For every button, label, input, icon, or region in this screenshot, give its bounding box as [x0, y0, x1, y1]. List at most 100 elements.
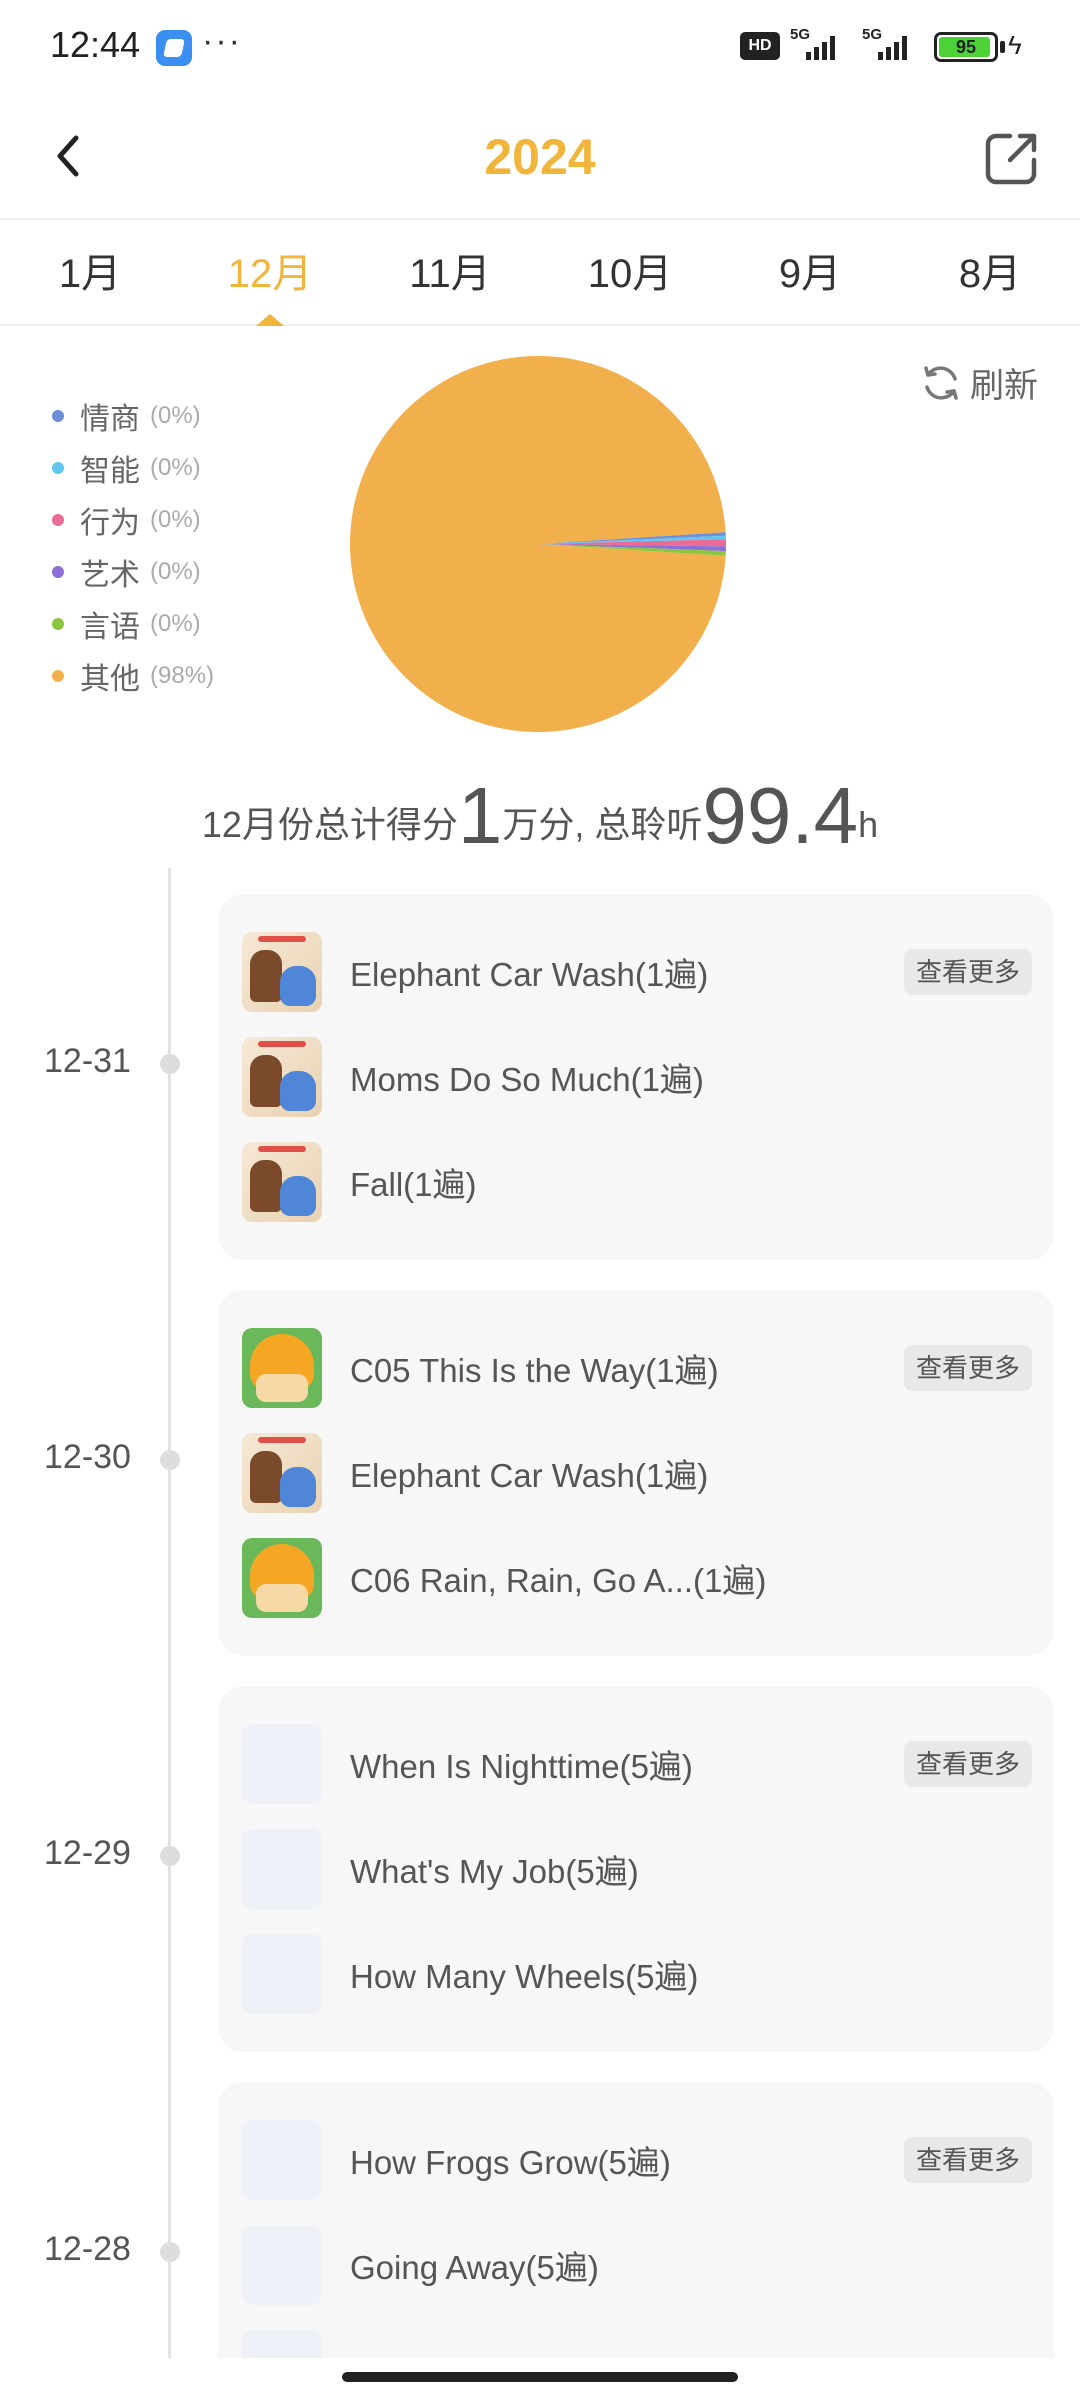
list-item[interactable]: Moms Do So Much(1遍)	[242, 1037, 1032, 1117]
legend-dot	[52, 462, 64, 474]
refresh-button[interactable]: 刷新	[920, 358, 1038, 407]
book-cover-placeholder	[242, 1934, 322, 2014]
summary-score: 1	[457, 771, 503, 860]
record-title: What's My Job(5遍)	[350, 1853, 639, 1890]
charging-icon: ϟ	[1008, 30, 1022, 60]
day-card: Elephant Car Wash(1遍) 查看更多 Moms Do So Mu…	[218, 894, 1054, 1260]
legend-dot	[52, 566, 64, 578]
legend-label: 行为	[80, 507, 140, 540]
tab-month-8[interactable]: 8月	[900, 222, 1080, 324]
tab-month-1[interactable]: 1月	[0, 222, 180, 324]
category-pie-chart	[350, 356, 726, 732]
list-item[interactable]: C05 This Is the Way(1遍) 查看更多	[242, 1328, 1032, 1408]
legend-item: 行为 (0%)	[52, 494, 214, 546]
list-item[interactable]: What's My Job(5遍)	[242, 1829, 1032, 1909]
book-cover-placeholder	[242, 1724, 322, 1804]
legend-percent: (0%)	[150, 454, 201, 481]
record-title: C06 Rain, Rain, Go A...(1遍)	[350, 1562, 767, 1599]
status-bar: 12:44 ··· HD 5G 5G 95 ϟ	[0, 0, 1080, 90]
tab-month-10[interactable]: 10月	[540, 222, 720, 324]
battery-cap	[1000, 41, 1005, 53]
day-date: 12-31	[44, 1042, 131, 1080]
list-item[interactable]: How Many Wheels(5遍)	[242, 1934, 1032, 2014]
battery-icon: 95	[934, 32, 998, 62]
list-item[interactable]: Elephant Car Wash(1遍) 查看更多	[242, 932, 1032, 1012]
legend-item: 言语 (0%)	[52, 598, 214, 650]
hd-voice-icon: HD	[740, 32, 780, 60]
legend-percent: (0%)	[150, 506, 201, 533]
month-tabs: 1月 12月 11月 10月 9月 8月	[0, 222, 1080, 326]
record-title: When Is Nighttime(5遍)	[350, 1748, 693, 1785]
legend-dot	[52, 410, 64, 422]
record-title: Elephant Car Wash(1遍)	[350, 956, 709, 993]
legend-percent: (0%)	[150, 558, 201, 585]
timeline-line	[168, 868, 171, 2358]
legend-dot	[52, 670, 64, 682]
day-card: How Frogs Grow(5遍) 查看更多 Going Away(5遍)	[218, 2082, 1054, 2358]
legend-label: 其他	[80, 663, 140, 696]
day-date: 12-29	[44, 1834, 131, 1872]
view-more-button[interactable]: 查看更多	[903, 2137, 1032, 2183]
legend-label: 言语	[80, 611, 140, 644]
record-title: Moms Do So Much(1遍)	[350, 1061, 704, 1098]
list-item[interactable]: How Frogs Grow(5遍) 查看更多	[242, 2120, 1032, 2200]
header: 2024	[0, 110, 1080, 220]
record-title: How Frogs Grow(5遍)	[350, 2144, 671, 2181]
legend-label: 智能	[80, 455, 140, 488]
book-cover-placeholder	[242, 2330, 322, 2358]
book-cover-thumbnail	[242, 1538, 322, 1618]
day-date: 12-30	[44, 1438, 131, 1476]
battery-level: 95	[955, 37, 977, 57]
signal-strength-1-icon	[806, 34, 835, 60]
book-cover-placeholder	[242, 2120, 322, 2200]
legend-item: 艺术 (0%)	[52, 546, 214, 598]
tab-month-9[interactable]: 9月	[720, 222, 900, 324]
legend-dot	[52, 514, 64, 526]
legend-item: 其他 (98%)	[52, 650, 214, 702]
summary-prefix: 12月份总计得分	[201, 804, 458, 845]
day-card: When Is Nighttime(5遍) 查看更多 What's My Job…	[218, 1686, 1054, 2052]
view-more-button[interactable]: 查看更多	[903, 1345, 1032, 1391]
refresh-icon	[924, 365, 958, 400]
summary-hours-unit: h	[858, 804, 879, 845]
chart-legend: 情商 (0%) 智能 (0%) 行为 (0%) 艺术 (0%) 言语 (0%) …	[52, 390, 214, 702]
legend-label: 艺术	[80, 559, 140, 592]
list-item[interactable]: Elephant Car Wash(1遍)	[242, 1433, 1032, 1513]
day-card: C05 This Is the Way(1遍) 查看更多 Elephant Ca…	[218, 1290, 1054, 1656]
book-cover-placeholder	[242, 1829, 322, 1909]
book-cover-thumbnail	[242, 1433, 322, 1513]
timeline-dot	[160, 1450, 180, 1470]
share-button[interactable]	[980, 126, 1044, 190]
day-date: 12-28	[44, 2230, 131, 2268]
list-item[interactable]	[242, 2330, 1032, 2358]
view-more-button[interactable]: 查看更多	[903, 1741, 1032, 1787]
timeline-dot	[160, 1054, 180, 1074]
list-item[interactable]: Fall(1遍)	[242, 1142, 1032, 1222]
book-cover-thumbnail	[242, 1142, 322, 1222]
view-more-button[interactable]: 查看更多	[903, 949, 1032, 995]
summary-score-unit: 万分, 总聆听	[502, 804, 703, 845]
list-item[interactable]: C06 Rain, Rain, Go A...(1遍)	[242, 1538, 1032, 1618]
summary-hours: 99.4	[702, 771, 859, 860]
page-title: 2024	[484, 129, 596, 185]
legend-item: 智能 (0%)	[52, 442, 214, 494]
tab-month-11[interactable]: 11月	[360, 222, 540, 324]
record-title: C05 This Is the Way(1遍)	[350, 1352, 719, 1389]
signal-strength-2-icon	[878, 34, 907, 60]
record-title: Fall(1遍)	[350, 1166, 477, 1203]
more-notifications-icon: ···	[202, 22, 242, 60]
timeline-dot	[160, 2242, 180, 2262]
refresh-label: 刷新	[970, 367, 1038, 405]
app-notification-icon	[156, 30, 192, 66]
list-item[interactable]: Going Away(5遍)	[242, 2225, 1032, 2305]
record-title: How Many Wheels(5遍)	[350, 1958, 699, 1995]
list-item[interactable]: When Is Nighttime(5遍) 查看更多	[242, 1724, 1032, 1804]
legend-label: 情商	[80, 403, 140, 436]
legend-item: 情商 (0%)	[52, 390, 214, 442]
timeline-dot	[160, 1846, 180, 1866]
status-time: 12:44	[50, 24, 141, 65]
book-cover-thumbnail	[242, 1037, 322, 1117]
record-title: Going Away(5遍)	[350, 2249, 599, 2286]
tab-month-12[interactable]: 12月	[180, 222, 360, 326]
home-indicator[interactable]	[342, 2372, 738, 2382]
